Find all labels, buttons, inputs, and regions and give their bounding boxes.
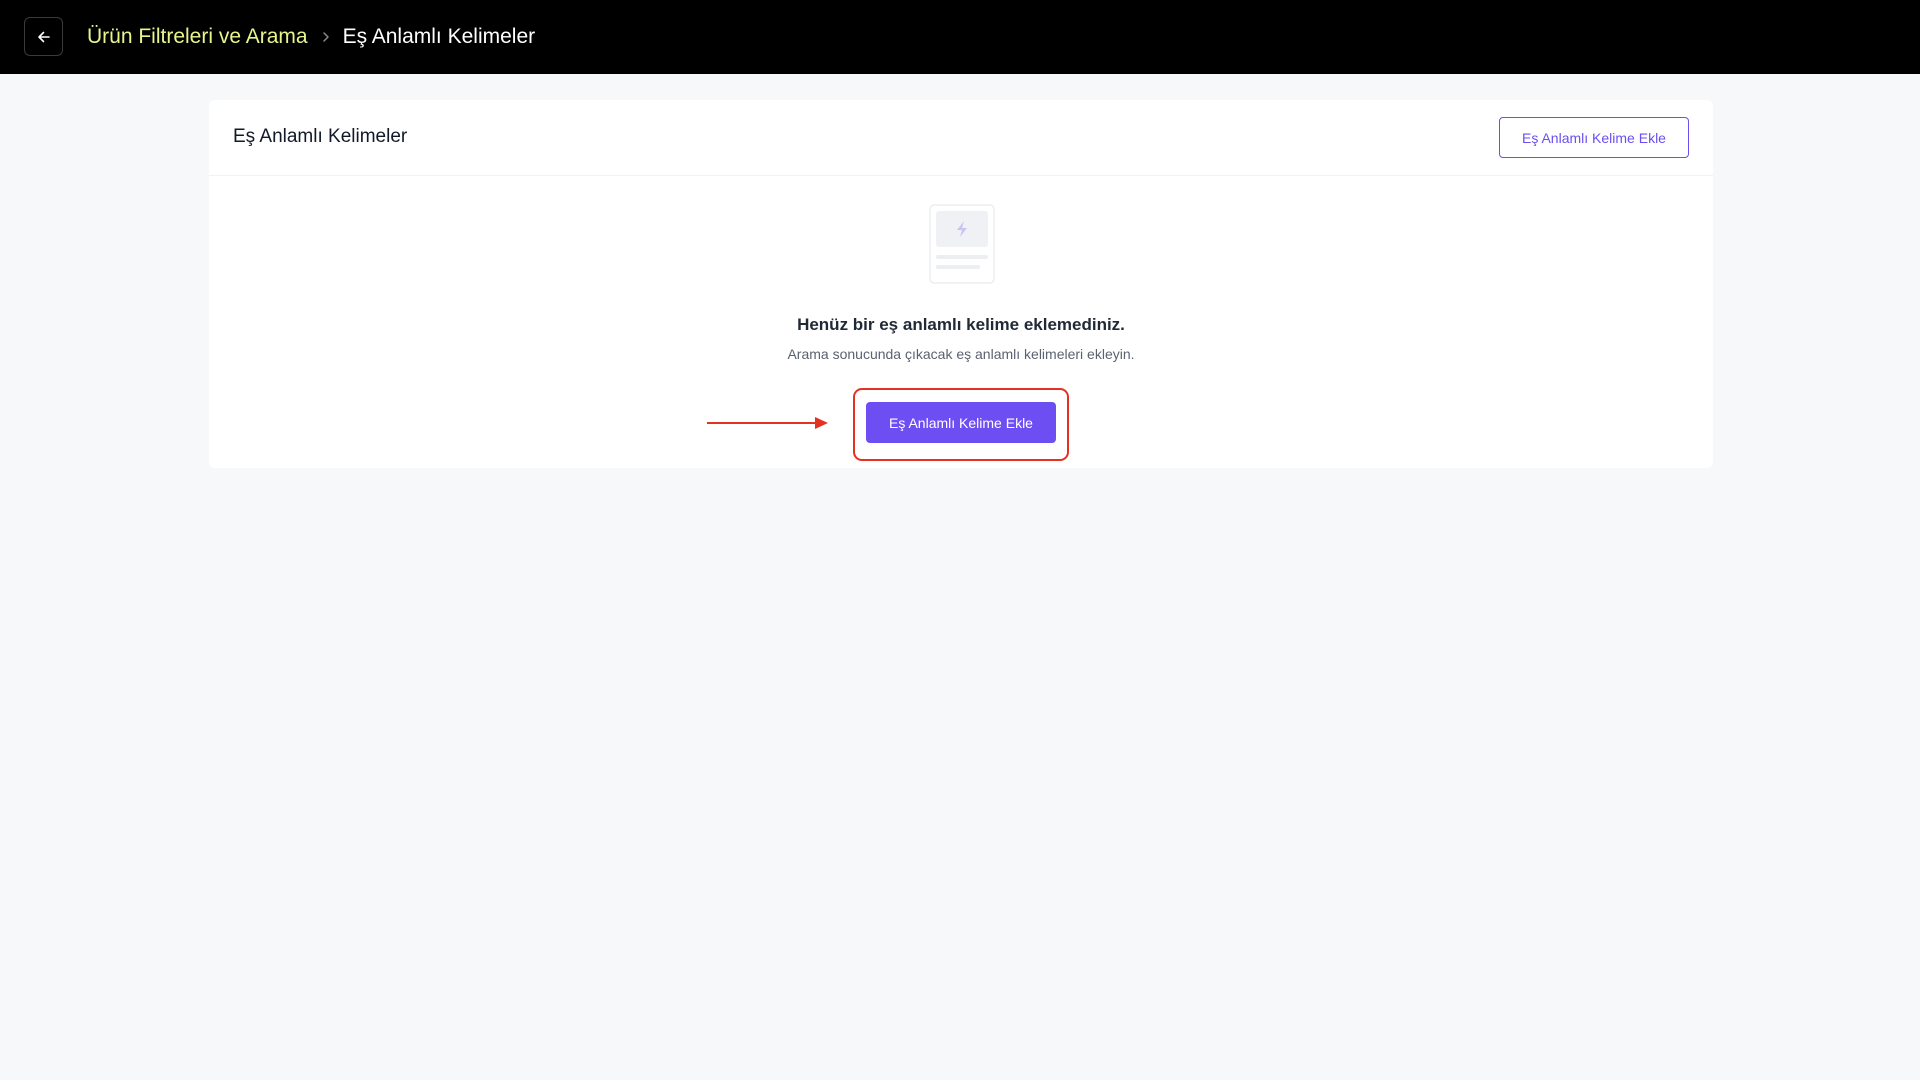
chevron-right-icon — [321, 31, 331, 43]
add-synonym-header-button[interactable]: Eş Anlamlı Kelime Ekle — [1499, 117, 1689, 158]
top-bar: Ürün Filtreleri ve Arama Eş Anlamlı Keli… — [0, 0, 1920, 74]
annotation-arrow-icon — [707, 417, 828, 429]
breadcrumb-current: Eş Anlamlı Kelimeler — [342, 25, 536, 48]
breadcrumb-parent-link[interactable]: Ürün Filtreleri ve Arama — [87, 25, 308, 49]
empty-state-title: Henüz bir eş anlamlı kelime eklemediniz. — [797, 315, 1125, 334]
add-synonym-button[interactable]: Eş Anlamlı Kelime Ekle — [866, 402, 1056, 443]
synonyms-card: Eş Anlamlı Kelimeler Eş Anlamlı Kelime E… — [209, 100, 1713, 468]
back-button[interactable] — [24, 17, 63, 56]
card-title: Eş Anlamlı Kelimeler — [233, 126, 408, 147]
card-header: Eş Anlamlı Kelimeler Eş Anlamlı Kelime E… — [209, 100, 1713, 176]
arrow-left-icon — [37, 31, 50, 42]
breadcrumb: Ürün Filtreleri ve Arama Eş Anlamlı Keli… — [87, 0, 535, 74]
empty-state-subtitle: Arama sonucunda çıkacak eş anlamlı kelim… — [787, 346, 1135, 362]
empty-document-icon — [929, 204, 995, 284]
